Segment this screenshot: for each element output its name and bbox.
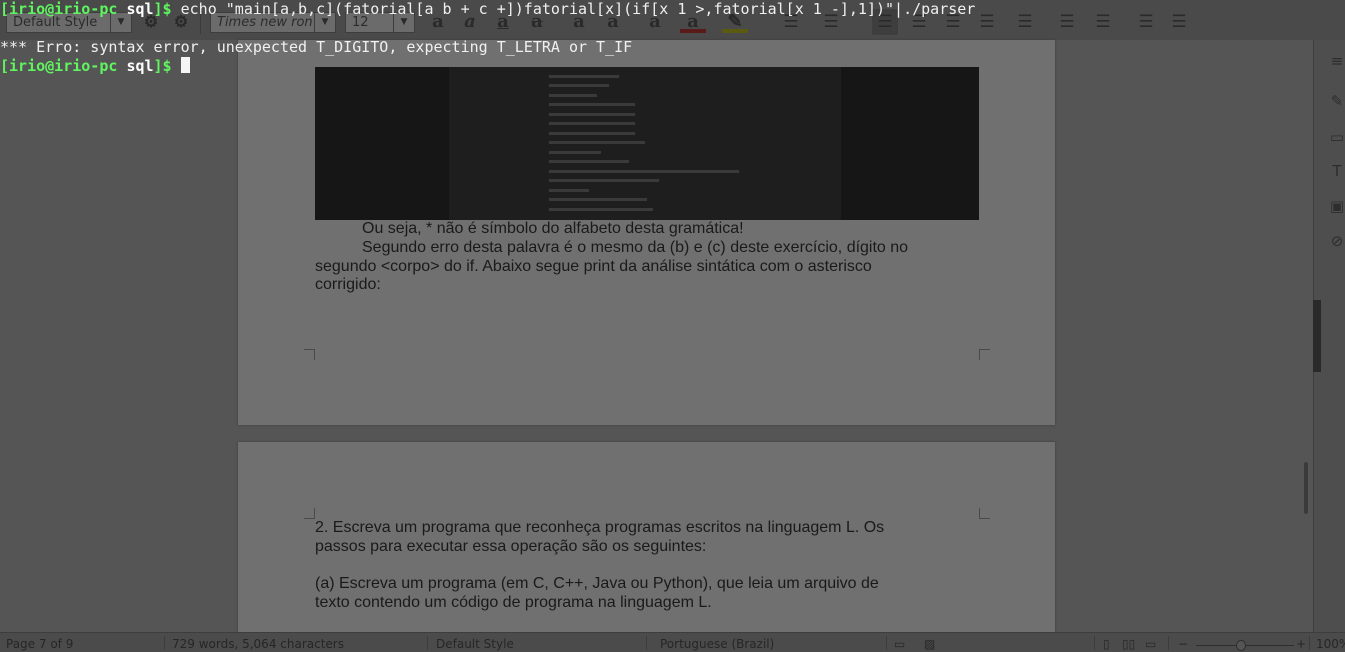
crop-mark [979, 508, 990, 519]
paragraph-line[interactable]: texto contendo um código de programa na … [315, 593, 712, 612]
embedded-screenshot-image[interactable] [315, 67, 979, 220]
status-divider [1094, 636, 1095, 650]
crop-mark [304, 349, 315, 360]
multi-page-view-icon[interactable]: ▯▯ [1122, 637, 1135, 651]
code-line [549, 122, 635, 125]
terminal-command-line: [irio@irio-pc sql]$ echo "main[a,b,c](fa… [0, 0, 975, 19]
status-bar: Page 7 of 9 729 words, 5,064 characters … [0, 632, 1345, 652]
code-line [549, 160, 629, 163]
prompt-user: [irio@irio-pc [0, 57, 127, 75]
single-page-view-icon[interactable]: ▯ [1103, 637, 1110, 651]
paragraph-line[interactable]: Ou seja, * não é símbolo do alfabeto des… [362, 219, 744, 238]
insert-mode-icon[interactable]: ▭ [894, 637, 905, 651]
zoom-in-button[interactable]: + [1296, 637, 1306, 651]
status-divider [646, 636, 647, 650]
prompt-end: ]$ [153, 0, 172, 18]
sidebar-collapse-handle[interactable] [1313, 300, 1321, 372]
command-text: echo "main[a,b,c](fatorial[a b + c +])fa… [171, 0, 976, 18]
code-line [549, 132, 635, 135]
status-divider [427, 636, 428, 650]
code-line [549, 113, 635, 116]
vertical-scrollbar[interactable] [1304, 462, 1308, 514]
page-style[interactable]: Default Style [436, 637, 514, 651]
prompt-dir: sql [126, 57, 154, 75]
code-line [549, 170, 739, 173]
paragraph-line[interactable]: Segundo erro desta palavra é o mesmo da … [362, 238, 908, 257]
book-view-icon[interactable]: ▭ [1145, 637, 1156, 651]
embedded-screenshot-content [449, 67, 841, 220]
code-line [549, 208, 653, 211]
status-divider [1309, 636, 1310, 650]
terminal-prompt-line[interactable]: [irio@irio-pc sql]$ [0, 57, 190, 76]
paragraph-line[interactable]: segundo <corpo> do if. Abaixo segue prin… [315, 257, 872, 276]
document-modified-icon[interactable]: ▨ [924, 637, 935, 651]
document-page[interactable]: Ou seja, * não é símbolo do alfabeto des… [238, 40, 1055, 425]
gallery-icon[interactable]: ▣ [1328, 197, 1345, 215]
status-divider [164, 636, 165, 650]
paragraph-line[interactable]: corrigido: [315, 275, 381, 294]
paragraph-line[interactable]: (a) Escreva um programa (em C, C++, Java… [315, 574, 879, 593]
document-page[interactable]: 2. Escreva um programa que reconheça pro… [238, 442, 1055, 642]
code-line [549, 179, 659, 182]
code-line [549, 198, 647, 201]
code-line [549, 84, 609, 87]
prompt-dir: sql [126, 0, 154, 18]
crop-mark [979, 349, 990, 360]
code-line [549, 103, 635, 106]
word-count[interactable]: 729 words, 5,064 characters [172, 637, 344, 651]
zoom-out-button[interactable]: − [1178, 637, 1188, 651]
page-icon[interactable]: ▭ [1328, 128, 1345, 146]
status-divider [1168, 636, 1169, 650]
terminal-overlay[interactable]: [irio@irio-pc sql]$ echo "main[a,b,c](fa… [0, 0, 1345, 80]
code-line [549, 141, 645, 144]
crop-mark [304, 508, 315, 519]
terminal-cursor [180, 57, 190, 73]
zoom-level[interactable]: 100% [1316, 637, 1345, 651]
status-divider [886, 636, 887, 650]
code-line [549, 151, 601, 154]
code-line [549, 94, 597, 97]
prompt-end: ]$ [153, 57, 172, 75]
navigator-icon[interactable]: ⊘ [1328, 232, 1345, 250]
language[interactable]: Portuguese (Brazil) [660, 637, 774, 651]
zoom-slider-thumb[interactable] [1236, 640, 1246, 651]
terminal-error-line: *** Erro: syntax error, unexpected T_DIG… [0, 38, 633, 56]
code-line [549, 189, 589, 192]
paragraph-line[interactable]: passos para executar essa operação são o… [315, 537, 706, 556]
prompt-user: [irio@irio-pc [0, 0, 127, 18]
page-count[interactable]: Page 7 of 9 [6, 637, 73, 651]
properties-icon[interactable]: ✎ [1328, 92, 1345, 110]
paragraph-line[interactable]: 2. Escreva um programa que reconheça pro… [315, 518, 884, 537]
writer-window: Default Style ▼ ⚙ ⚙ Times new ron ▼ 12 ▼… [0, 0, 1345, 652]
styles-icon[interactable]: T [1328, 162, 1345, 180]
